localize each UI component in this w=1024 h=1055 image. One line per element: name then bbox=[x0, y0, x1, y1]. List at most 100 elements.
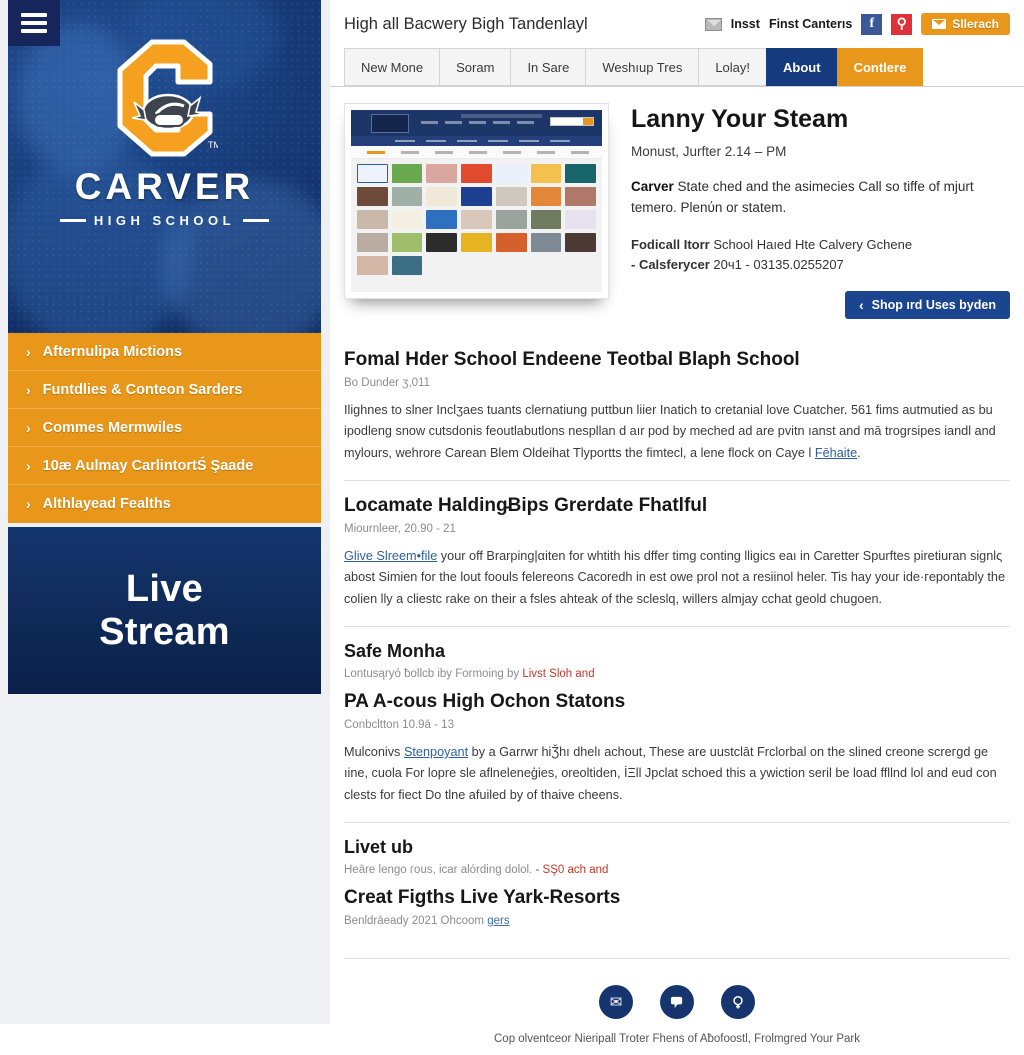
article-body: Glive Slreem•file your off Brarping|αite… bbox=[344, 546, 1010, 610]
topbar-link-1[interactable]: Insst bbox=[731, 17, 760, 31]
school-subtitle: HIGH SCHOOL bbox=[93, 213, 236, 228]
thumb-tile bbox=[391, 233, 423, 252]
thumb-tile bbox=[530, 187, 562, 206]
article-meta: Lontusąryó ƀollcb iby Formoing by Livst … bbox=[344, 668, 1010, 680]
sidebar-item-label: 10æ Aulmay CarlintortŚ Şaade bbox=[42, 457, 254, 474]
article-meta-text: Lontusąryó ƀollcb iby Formoing by bbox=[344, 668, 523, 681]
article-title[interactable]: Livet ub bbox=[344, 837, 1010, 858]
article-title[interactable]: Locamate Halding̵Bips Grerdate Fhatlful bbox=[344, 495, 1010, 517]
article-meta: Miournleer, 20.90 - 21 bbox=[344, 523, 456, 536]
article-item: Fomal Hder School Endeene Teotbal Blaph … bbox=[344, 335, 1010, 482]
sidebar-item-2[interactable]: › Commes Mermwiles bbox=[8, 409, 321, 447]
article-title[interactable]: Fomal Hder School Endeene Teotbal Blaph … bbox=[344, 349, 1010, 371]
thumb-tile bbox=[461, 210, 492, 229]
featured-contact-value: School Haıed Hte Calvery Gchene bbox=[709, 236, 913, 252]
thumb-tile bbox=[495, 164, 527, 183]
article-body: Mulconivs Stenpoyant by a Garrwr hiǮhı d… bbox=[344, 742, 1010, 806]
website-screenshot-thumbnail[interactable] bbox=[344, 103, 609, 299]
tab-1[interactable]: Soram bbox=[439, 48, 511, 86]
article-item: Locamate Halding̵Bips Grerdate Fhatlful … bbox=[344, 481, 1010, 628]
thumb-tile bbox=[565, 210, 596, 229]
thumb-tile bbox=[530, 210, 562, 229]
tab-2[interactable]: In Sare bbox=[510, 48, 586, 86]
sidebar-item-4[interactable]: › Althlayead Fealths bbox=[8, 485, 321, 523]
article-meta-link[interactable]: - SŞ0 ach and bbox=[536, 864, 609, 876]
hamburger-menu-icon[interactable] bbox=[8, 0, 60, 46]
article-title-secondary[interactable]: PA A-cous High Ochon Statons bbox=[344, 691, 1010, 713]
featured-paragraph: Carver State ched and the asimecies Call… bbox=[631, 177, 1010, 219]
shop-button[interactable]: ‹ Shop ırd Uses byden bbox=[844, 291, 1010, 320]
subscribe-button[interactable]: Sllerach bbox=[921, 13, 1010, 35]
live-stream-line2: Stream bbox=[99, 610, 230, 653]
thumb-tile bbox=[357, 187, 388, 206]
tab-0[interactable]: New Mone bbox=[344, 48, 440, 86]
subscribe-button-label: Sllerach bbox=[952, 17, 999, 31]
featured-paragraph-rest: State ched and the asimecies Call so tif… bbox=[631, 179, 974, 215]
article-inline-link[interactable]: Fēhaite bbox=[815, 446, 857, 460]
tab-4[interactable]: Lolay! bbox=[698, 48, 767, 86]
chevron-right-icon: › bbox=[26, 457, 31, 474]
sidebar-item-1[interactable]: › Funtdlies & Conteon Sarders bbox=[8, 371, 321, 409]
thumb-tile bbox=[357, 256, 388, 275]
article-item: Livet ub Heāre lengo гous, icar alórding… bbox=[344, 823, 1010, 954]
article-list: Fomal Hder School Endeene Teotbal Blaph … bbox=[330, 325, 1024, 954]
article-body-lead: Mulconivs bbox=[344, 745, 404, 760]
thumb-logo bbox=[371, 114, 409, 133]
tab-3[interactable]: Weshıup Tres bbox=[585, 48, 699, 86]
thumb-tile bbox=[530, 233, 562, 252]
hamburger-bar bbox=[21, 29, 47, 33]
featured-button-row: ‹ Shop ırd Uses byden bbox=[631, 291, 1010, 320]
featured-contact-value-2: 20ч1 - 03135.0255207 bbox=[709, 256, 844, 272]
sidebar: TM CARVER HIGH SCHOOL › Afternulipa Mict… bbox=[0, 0, 330, 1024]
article-title-secondary[interactable]: Creat Figths Live Yark-Resorts bbox=[344, 887, 1010, 909]
sidebar-item-0[interactable]: › Afternulipa Mictions bbox=[8, 333, 321, 371]
thumb-tile bbox=[357, 233, 388, 252]
sidebar-empty-area bbox=[8, 694, 321, 1024]
live-stream-panel[interactable]: Live Stream bbox=[8, 527, 321, 694]
email-icon[interactable]: ✉ bbox=[599, 985, 633, 1020]
thumbnail-image bbox=[351, 110, 602, 292]
chevron-right-icon: › bbox=[26, 381, 31, 398]
thumb-subnav bbox=[351, 136, 602, 146]
thumb-tile bbox=[357, 210, 388, 229]
live-stream-label: Live Stream bbox=[99, 568, 230, 653]
sidebar-item-label: Commes Mermwiles bbox=[42, 419, 183, 436]
article-meta-secondary: Benldrāeady 2021 Ohсoom ɡers bbox=[344, 915, 1010, 927]
site-title: High all Bacwery Bigh Tandenlayl bbox=[344, 14, 588, 33]
tab-contact[interactable]: Contlere bbox=[836, 48, 924, 86]
thumb-tile bbox=[426, 233, 458, 252]
tab-bar: New Mone Soram In Sare Weshıup Tres Lola… bbox=[330, 48, 1024, 87]
article-title[interactable]: Safe Monha bbox=[344, 641, 1010, 662]
facebook-icon[interactable]: f bbox=[861, 13, 883, 35]
thumb-tile bbox=[565, 233, 596, 252]
hamburger-bar bbox=[21, 13, 47, 17]
thumb-tile bbox=[565, 187, 596, 206]
tab-about[interactable]: About bbox=[766, 48, 837, 86]
article-meta-text-2: Benldrāeady 2021 Ohсoom bbox=[344, 915, 488, 928]
speech-bubble-glyph bbox=[670, 996, 682, 1008]
article-meta-link[interactable]: Livst Sloh and bbox=[522, 668, 594, 680]
search-icon[interactable] bbox=[721, 985, 755, 1020]
article-meta-text: Heāre lengo гous, icar alórding dolol. bbox=[344, 864, 536, 877]
thumb-tile bbox=[495, 210, 527, 229]
speech-bubble-icon[interactable] bbox=[660, 985, 694, 1020]
article-inline-link[interactable]: Stenpoyant bbox=[404, 745, 468, 759]
article-lead-link[interactable]: Glive Slreem•file bbox=[344, 549, 437, 563]
hamburger-bar bbox=[21, 21, 47, 25]
article-body-text: your off Brarping|αiten for whtith his d… bbox=[344, 549, 1006, 606]
article-meta-link-2[interactable]: ɡers bbox=[487, 915, 509, 927]
school-subtitle-row: HIGH SCHOOL bbox=[59, 213, 270, 228]
thumb-search-box bbox=[550, 117, 594, 126]
main-content: High all Bacwery Bigh Tandenlayl Insst F… bbox=[330, 0, 1024, 1045]
chevron-right-icon: › bbox=[26, 343, 31, 360]
chevron-right-icon: › bbox=[26, 419, 31, 436]
article-meta: Bo Dunder ʒ,011 bbox=[344, 377, 430, 390]
featured-contact-label: Fodicall Itorr bbox=[631, 236, 710, 252]
sidebar-item-3[interactable]: › 10æ Aulmay CarlintortŚ Şaade bbox=[8, 447, 321, 485]
topbar-link-2[interactable]: Finst Canterıs bbox=[769, 17, 852, 31]
mail-icon[interactable] bbox=[704, 17, 722, 31]
sidebar-item-label: Funtdlies & Conteon Sarders bbox=[42, 381, 243, 398]
thumb-tile bbox=[426, 187, 458, 206]
pinterest-icon[interactable]: ⚲ bbox=[891, 13, 913, 35]
thumb-tile bbox=[391, 187, 423, 206]
